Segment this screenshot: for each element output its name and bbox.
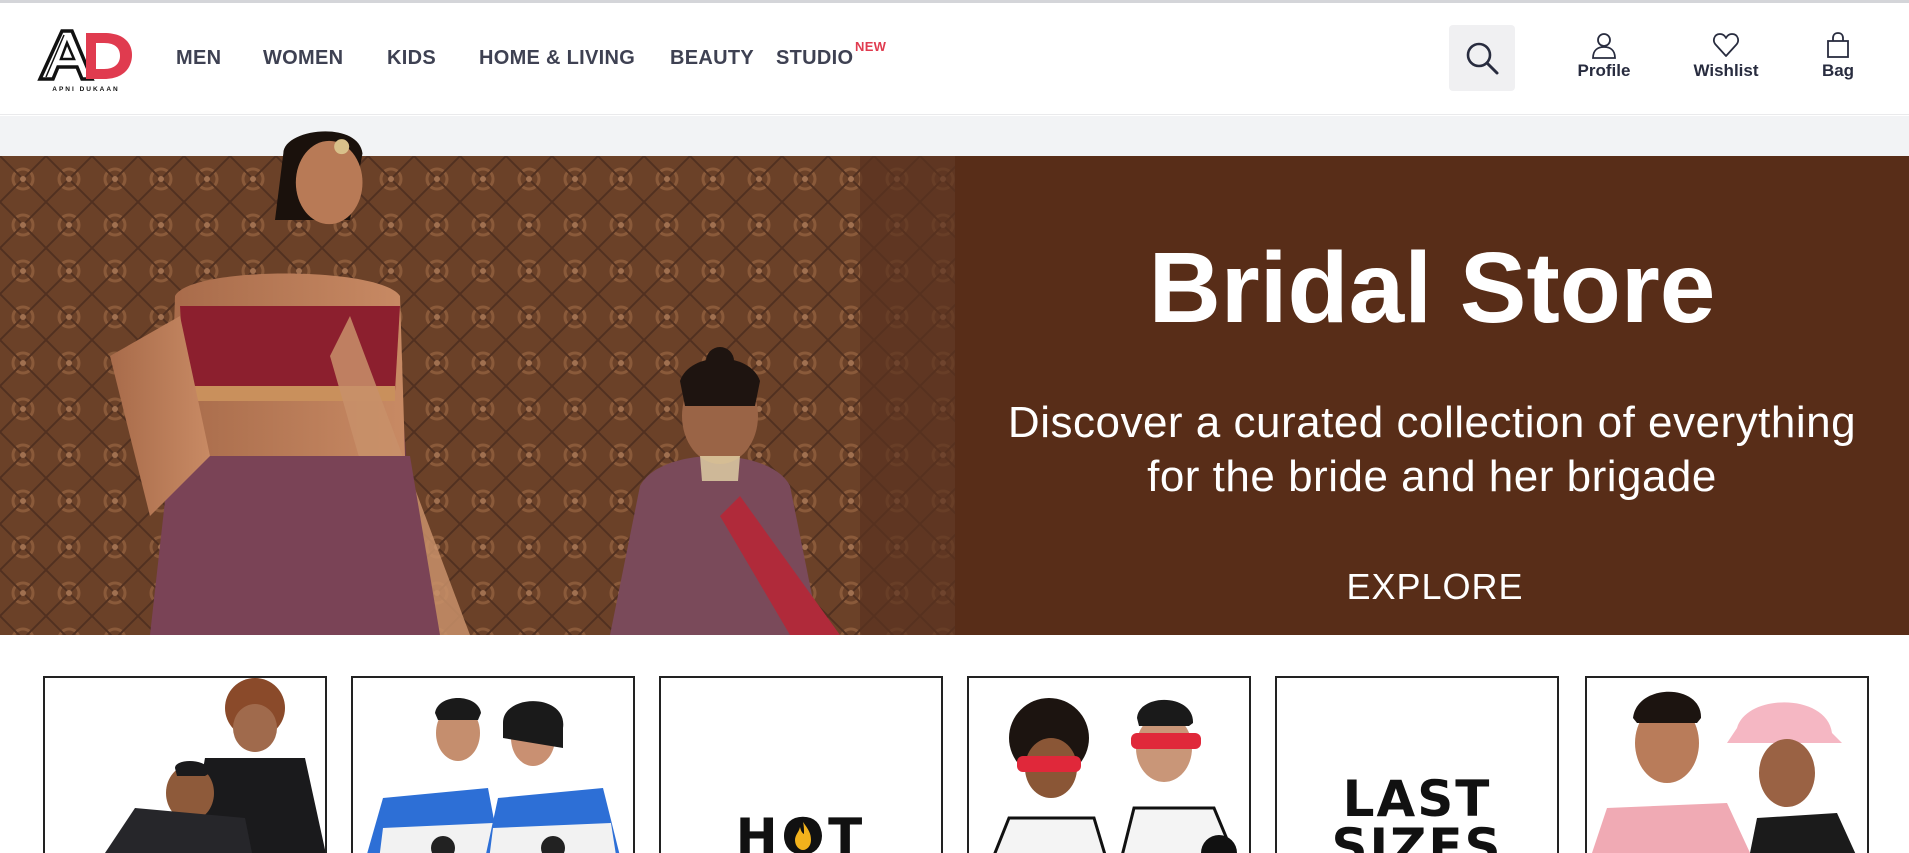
sizes-label: SIZES [1331,818,1503,853]
search-button[interactable] [1449,25,1515,91]
profile-button[interactable]: Profile [1573,31,1635,81]
hero-banner[interactable]: Bridal Store Discover a curated collecti… [0,131,1909,635]
nav-men[interactable]: MEN [176,47,221,70]
user-icon [1592,33,1616,59]
nav-beauty[interactable]: BEAUTY [670,47,754,70]
hero-subtitle-line1: Discover a curated collection of everyth… [1007,398,1857,447]
logo-tagline: APNI DUKAAN [52,86,120,93]
tile-image [353,678,633,853]
heart-icon [1713,33,1739,57]
category-tile-6[interactable] [1585,676,1869,853]
wishlist-label: Wishlist [1693,61,1759,80]
nav-home-living[interactable]: HOME & LIVING [479,47,635,70]
category-tile-2[interactable] [351,676,635,853]
model-head-image [275,131,363,225]
bag-label: Bag [1821,61,1855,80]
explore-button[interactable]: EXPLORE [1335,566,1535,608]
hero-subtitle-line2: for the bride and her brigade [1147,452,1717,501]
logo[interactable]: APNI DUKAAN [36,27,136,93]
tile-image [1587,678,1867,853]
tile-image [969,678,1249,853]
flame-icon [784,817,822,853]
logo-icon: APNI DUKAAN [37,29,132,93]
search-icon [1466,42,1499,75]
wishlist-button[interactable]: Wishlist [1690,31,1762,81]
site-header: APNI DUKAAN MEN WOMEN KIDS HOME & LIVING… [0,3,1909,115]
nav-women[interactable]: WOMEN [263,47,343,70]
bag-icon [1827,32,1849,58]
profile-label: Profile [1577,61,1631,80]
tile-image [45,678,325,853]
hero-title: Bridal Store [1148,232,1716,344]
category-tile-1[interactable] [43,676,327,853]
hero-image [0,156,955,635]
nav-kids[interactable]: KIDS [387,47,436,70]
hero-subtitle: Discover a curated collection of everyth… [975,396,1889,504]
category-tile-4[interactable] [967,676,1251,853]
nav-studio[interactable]: STUDIO [776,47,853,70]
bag-button[interactable]: Bag [1819,31,1857,81]
new-badge: NEW [855,39,887,54]
category-tile-last-sizes[interactable]: LAST SIZES [1275,676,1559,853]
category-tile-hot[interactable]: HOT [659,676,943,853]
